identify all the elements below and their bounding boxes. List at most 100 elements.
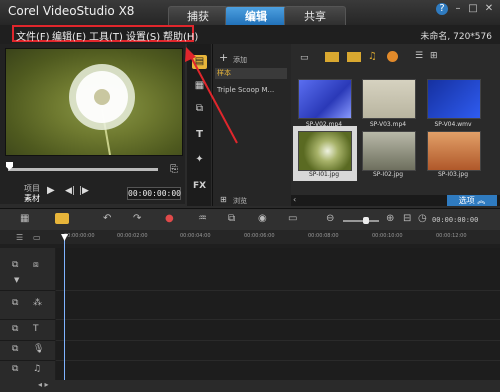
track-title[interactable]: [56, 320, 500, 341]
sort-icon[interactable]: [387, 51, 398, 62]
ruler-tick: 00:00:12:00: [436, 233, 467, 239]
zoom-out-icon[interactable]: ⊖: [326, 213, 334, 224]
thumbnail-sp-i01[interactable]: [298, 131, 352, 171]
timecode-display[interactable]: 00:00:00:00: [127, 187, 181, 200]
thumbnail-sp-i02[interactable]: [362, 131, 416, 171]
track-manager-icon[interactable]: ☰: [16, 233, 23, 242]
show-video-icon[interactable]: [325, 52, 339, 62]
track-toggle-icon[interactable]: ⧉: [12, 344, 18, 354]
library-item-triple-scoop[interactable]: Triple Scoop M...: [217, 86, 274, 94]
chapter-point-icon[interactable]: ▭: [33, 233, 41, 242]
menu-help[interactable]: 帮助(H): [163, 28, 198, 43]
browse-button[interactable]: 浏览: [233, 196, 247, 206]
voice-track-icon: 🎙: [33, 344, 45, 354]
show-audio-icon[interactable]: ♫: [368, 51, 377, 62]
track-toggle-icon[interactable]: ⧉: [12, 364, 18, 374]
track-voice[interactable]: [56, 341, 500, 361]
browse-icon[interactable]: ⊞: [220, 195, 227, 204]
zoom-in-icon[interactable]: ⊕: [386, 213, 394, 224]
ruler-tick: 00:00:02:00: [117, 233, 148, 239]
track-header-music: [0, 361, 55, 381]
video-track-icon: ⧈: [33, 260, 39, 270]
track-overlay[interactable]: [56, 291, 500, 320]
expand-icon[interactable]: ▼: [14, 276, 19, 284]
storyboard-view-icon[interactable]: ▦: [20, 213, 29, 224]
app-title: Corel VideoStudio X8: [8, 4, 135, 18]
zoom-slider-track[interactable]: [343, 220, 379, 222]
track-video[interactable]: [56, 248, 500, 291]
music-track-icon: ♫: [33, 364, 42, 374]
maximize-button[interactable]: □: [467, 3, 479, 15]
track-toggle-icon[interactable]: ⧉: [12, 298, 18, 308]
preview-image: [5, 48, 183, 156]
menu-tools[interactable]: 工具(T): [89, 28, 123, 43]
auto-music-icon[interactable]: ⧉: [228, 213, 235, 224]
menu-file[interactable]: 文件(F): [16, 28, 50, 43]
ruler-tick: 00:00:10:00: [372, 233, 403, 239]
fit-project-icon[interactable]: ⊟: [403, 213, 411, 224]
zoom-slider-handle[interactable]: [363, 217, 369, 224]
transition-icon[interactable]: ⧉: [192, 102, 207, 116]
thumbnail-sp-i03[interactable]: [427, 131, 481, 171]
record-capture-icon[interactable]: ●: [165, 213, 174, 224]
track-header-title: [0, 320, 55, 341]
title-track-icon: T: [33, 324, 39, 334]
add-icon[interactable]: +: [219, 51, 228, 64]
home-icon[interactable]: ◀|: [65, 186, 75, 196]
filter-icon[interactable]: FX: [192, 179, 207, 193]
tab-capture[interactable]: 捕获: [168, 6, 228, 26]
end-icon[interactable]: |▶: [79, 186, 89, 196]
thumbnail-sp-v03[interactable]: [362, 79, 416, 119]
playhead-line[interactable]: [64, 236, 65, 380]
track-toggle-icon[interactable]: ⧉: [12, 260, 18, 270]
timeline-scrollbar[interactable]: [0, 380, 500, 392]
show-photo-icon[interactable]: [347, 52, 361, 62]
media-icon[interactable]: ▤: [192, 55, 207, 69]
play-icon[interactable]: ▶: [47, 185, 55, 196]
timeline-view-icon[interactable]: [55, 213, 69, 224]
menu-settings[interactable]: 设置(S): [126, 28, 160, 43]
scrubber-track[interactable]: [8, 168, 158, 171]
library-item-samples[interactable]: 样本: [215, 68, 287, 79]
thumbnail-label: SP-I01.jpg: [308, 171, 340, 178]
mode-clip-label[interactable]: 素材: [24, 193, 40, 204]
scrubber-end-icon[interactable]: ⎘: [170, 164, 178, 175]
instant-project-icon[interactable]: ▦: [192, 79, 207, 93]
ruler-tick: 00:00:08:00: [308, 233, 339, 239]
motion-tracking-icon[interactable]: ◉: [258, 213, 267, 224]
thumbnail-label: SP-I02.jpg: [372, 171, 404, 178]
help-icon[interactable]: ?: [436, 3, 448, 15]
redo-icon[interactable]: ↷: [133, 213, 141, 224]
scroll-left-icon[interactable]: ‹: [293, 195, 296, 204]
thumbnail-sp-v02[interactable]: [298, 79, 352, 119]
undo-icon[interactable]: ↶: [103, 213, 111, 224]
folder-icon[interactable]: ▭: [300, 53, 309, 63]
title-icon[interactable]: T: [192, 128, 207, 142]
scroll-left-icon[interactable]: ◂ ▸: [38, 380, 49, 389]
thumbnail-label: SP-I03.jpg: [437, 171, 469, 178]
add-library-button[interactable]: 添加: [233, 55, 247, 65]
thumbnail-sp-v04[interactable]: [427, 79, 481, 119]
ruler-tick: 00:00:06:00: [244, 233, 275, 239]
list-view-icon[interactable]: ☰: [415, 51, 423, 61]
graphic-icon[interactable]: ✦: [192, 153, 207, 167]
track-music[interactable]: [56, 361, 500, 381]
options-button[interactable]: 选项 ︽: [447, 195, 497, 206]
sound-mixer-icon[interactable]: ♒: [198, 213, 207, 224]
close-button[interactable]: ✕: [483, 3, 495, 15]
subtitle-editor-icon[interactable]: ▭: [288, 213, 297, 224]
track-header-video: [0, 248, 55, 291]
thumbnail-label: SP-V04.wmv: [434, 121, 472, 128]
clock-icon: ◷: [418, 213, 427, 224]
ruler-tick: 00:00:00:00: [64, 233, 95, 239]
thumbnail-view-icon[interactable]: ⊞: [430, 51, 438, 61]
tab-share[interactable]: 共享: [284, 6, 346, 26]
dandelion-image: [69, 64, 135, 155]
project-info: 未命名, 720*576: [420, 32, 492, 42]
tab-edit[interactable]: 编辑: [225, 6, 287, 26]
track-toggle-icon[interactable]: ⧉: [12, 324, 18, 334]
thumbnail-label: SP-V03.mp4: [369, 121, 407, 128]
minimize-button[interactable]: –: [452, 3, 464, 15]
track-header-voice: [0, 341, 55, 361]
menu-edit[interactable]: 编辑(E): [52, 28, 86, 43]
